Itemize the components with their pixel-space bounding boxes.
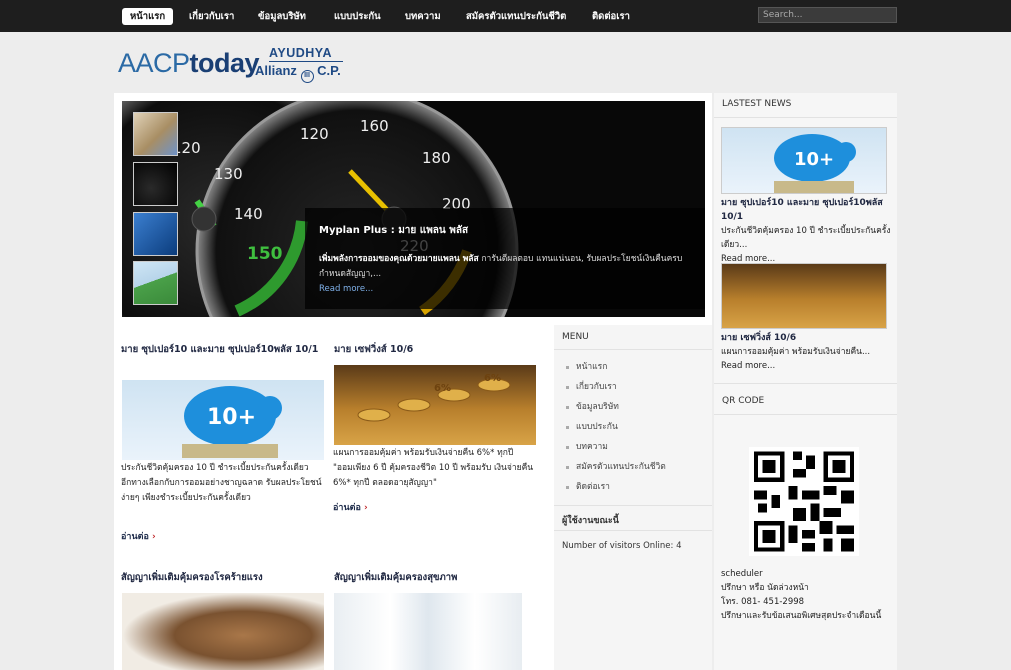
news-read-more-link[interactable]: Read more... — [721, 359, 891, 373]
slider-caption: Myplan Plus : มาย แพลน พลัส เพิ่มพลังการ… — [305, 208, 705, 309]
menu-item-plans[interactable]: แบบประกัน — [566, 417, 666, 437]
news-title[interactable]: มาย ซุปเปอร์10 และมาย ซุปเปอร์10พลัส 10/… — [721, 196, 891, 224]
contact-line: ปรึกษาและรับข้อเสนอพิเศษสุดประจำเดือนนี้ — [721, 611, 882, 621]
article-card: มาย เซฟวิ่งส์ 10/6 — [334, 342, 539, 357]
article-read-more-link[interactable]: อ่านต่อ › — [121, 529, 156, 543]
slider-title[interactable]: Myplan Plus : มาย แพลน พลัส — [319, 223, 691, 238]
contact-line: scheduler — [721, 569, 763, 579]
qr-code-heading: QR CODE — [722, 396, 765, 406]
top-navigation-bar: หน้าแรก เกี่ยวกับเรา ข้อมูลบริษัท แบบประ… — [0, 0, 1011, 32]
article-title[interactable]: มาย เซฟวิ่งส์ 10/6 — [334, 342, 539, 357]
menu-module: MENU หน้าแรก เกี่ยวกับเรา ข้อมูลบริษัท แ… — [554, 325, 712, 670]
menu-item-articles[interactable]: บทความ — [566, 437, 666, 457]
svg-text:130: 130 — [214, 165, 243, 183]
menu-list: หน้าแรก เกี่ยวกับเรา ข้อมูลบริษัท แบบประ… — [566, 357, 666, 497]
news-thumb-gold-coins[interactable] — [721, 263, 887, 329]
nav-item-apply-agent[interactable]: สมัครตัวแทนประกันชีวิต — [466, 8, 566, 25]
nav-item-plans[interactable]: แบบประกัน — [334, 8, 381, 25]
gold-coins-image[interactable]: 6% 6% — [334, 365, 536, 445]
menu-item-about[interactable]: เกี่ยวกับเรา — [566, 377, 666, 397]
article-title[interactable]: สัญญาเพิ่มเติมคุ้มครองโรคร้ายแรง — [121, 570, 326, 585]
qr-code-image — [749, 447, 859, 556]
menu-item-home[interactable]: หน้าแรก — [566, 357, 666, 377]
piggy-bank-image[interactable]: 10+ — [122, 380, 324, 460]
slider-description: เพิ่มพลังการออมของคุณด้วยมายแพลน พลัส กา… — [319, 254, 683, 279]
article-card: สัญญาเพิ่มเติมคุ้มครองโรคร้ายแรง — [121, 570, 326, 585]
menu-item-apply-agent[interactable]: สมัครตัวแทนประกันชีวิต — [566, 457, 666, 477]
medical-staff-image[interactable] — [334, 593, 522, 670]
slider-thumb-4[interactable] — [133, 261, 178, 305]
news-description: ประกันชีวิตคุ้มครอง 10 ปี ชำระเบี้ยประกั… — [721, 226, 891, 250]
nav-item-articles[interactable]: บทความ — [405, 8, 441, 25]
article-card: สัญญาเพิ่มเติมคุ้มครองสุขภาพ — [334, 570, 539, 585]
allianz-ayudhya-logo[interactable]: AYUDHYA Allianz III C.P. — [254, 46, 354, 83]
nav-item-home[interactable]: หน้าแรก — [122, 8, 174, 25]
allianz-emblem-icon: III — [300, 70, 314, 83]
svg-text:150: 150 — [247, 244, 283, 264]
contact-phone[interactable]: โทร. 081- 451-2998 — [721, 595, 891, 609]
visitors-count: Number of visitors Online: 4 — [562, 541, 682, 551]
article-excerpt: แผนการออมคุ้มค่า พร้อมรับเงินจ่ายคืน 6%*… — [333, 448, 534, 488]
slider-read-more-link[interactable]: Read more... — [319, 284, 691, 294]
search-input[interactable] — [758, 7, 897, 23]
news-title[interactable]: มาย เซฟวิ่งส์ 10/6 — [721, 331, 891, 345]
news-description: แผนการออมคุ้มค่า พร้อมรับเงินจ่ายคืน... — [721, 347, 871, 357]
svg-text:6%: 6% — [434, 383, 451, 394]
article-title[interactable]: มาย ซุปเปอร์10 และมาย ซุปเปอร์10พลัส 10/… — [121, 342, 326, 357]
news-item: มาย ซุปเปอร์10 และมาย ซุปเปอร์10พลัส 10/… — [721, 196, 891, 266]
news-thumb-piggy-bank[interactable]: 10+ — [721, 127, 887, 194]
teddy-bear-image[interactable] — [122, 593, 324, 670]
menu-item-contact[interactable]: ติดต่อเรา — [566, 477, 666, 497]
chevron-right-icon: › — [152, 532, 156, 542]
slider-thumb-2[interactable] — [133, 162, 178, 206]
article-title[interactable]: สัญญาเพิ่มเติมคุ้มครองสุขภาพ — [334, 570, 539, 585]
contact-line: ปรึกษา หรือ นัดล่วงหน้า — [721, 583, 809, 593]
nav-item-contact[interactable]: ติดต่อเรา — [592, 8, 630, 25]
menu-item-company[interactable]: ข้อมูลบริษัท — [566, 397, 666, 417]
visitors-heading: ผู้ใช้งานขณะนี้ — [562, 516, 619, 526]
svg-text:10+: 10+ — [794, 149, 834, 170]
article-card: มาย ซุปเปอร์10 และมาย ซุปเปอร์10พลัส 10/… — [121, 342, 326, 357]
svg-text:180: 180 — [422, 149, 451, 167]
slider-thumb-1[interactable] — [133, 112, 178, 156]
svg-text:6%: 6% — [484, 373, 501, 384]
contact-info: scheduler ปรึกษา หรือ นัดล่วงหน้า โทร. 0… — [721, 567, 891, 623]
aacp-today-logo[interactable]: AACPtoday — [118, 48, 260, 79]
svg-text:160: 160 — [360, 117, 389, 135]
chevron-right-icon: › — [364, 503, 368, 513]
nav-item-about[interactable]: เกี่ยวกับเรา — [189, 8, 234, 25]
svg-text:140: 140 — [234, 205, 263, 223]
slider-thumb-3[interactable] — [133, 212, 178, 256]
nav-item-company[interactable]: ข้อมูลบริษัท — [258, 8, 306, 25]
menu-heading: MENU — [562, 332, 589, 342]
latest-news-heading: LASTEST NEWS — [722, 99, 792, 109]
news-item: มาย เซฟวิ่งส์ 10/6 แผนการออมคุ้มค่า พร้อ… — [721, 331, 891, 373]
article-excerpt: ประกันชีวิตคุ้มครอง 10 ปี ชำระเบี้ยประกั… — [121, 463, 322, 503]
svg-text:120: 120 — [300, 125, 329, 143]
article-read-more-link[interactable]: อ่านต่อ › — [333, 500, 368, 514]
svg-text:10+: 10+ — [207, 405, 256, 430]
